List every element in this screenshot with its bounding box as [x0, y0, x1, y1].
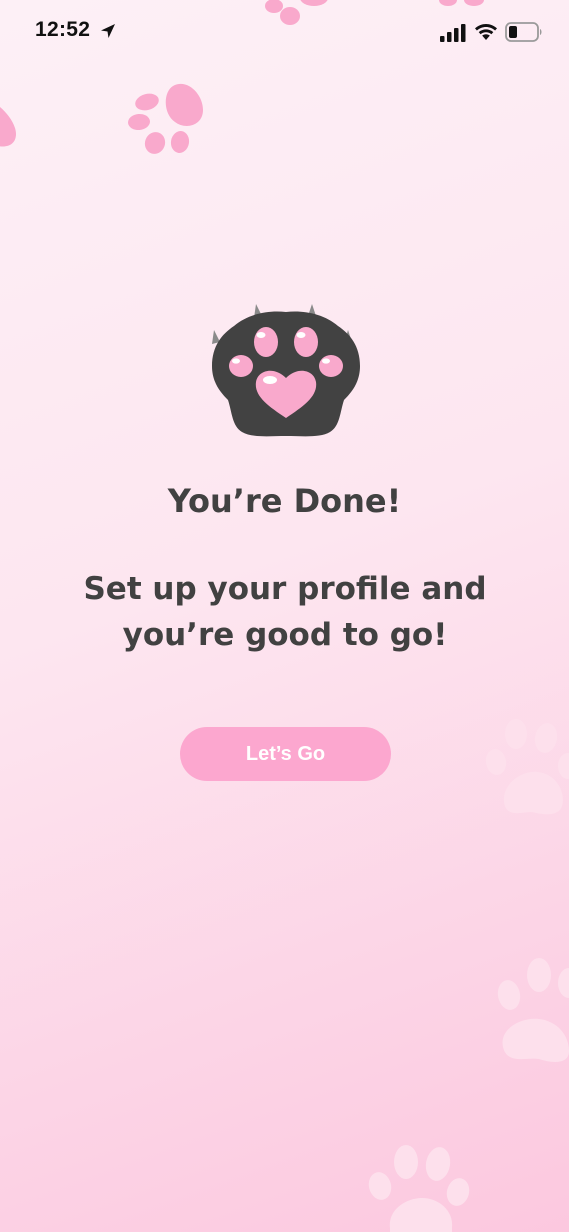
paw-print-decoration-left-edge — [0, 107, 16, 147]
subtitle-line-1: Set up your profile and — [83, 571, 487, 607]
onboarding-done-screen: 12:52 You’re Done! Set up your profile a… — [0, 0, 569, 1232]
location-arrow-icon — [101, 24, 115, 38]
paw-print-decoration-right-2 — [497, 958, 569, 1062]
status-time: 12:52 — [35, 18, 91, 41]
paw-print-decoration-bottom — [368, 1145, 470, 1232]
battery-icon — [505, 22, 542, 42]
signal-bars-icon — [440, 24, 466, 42]
wifi-icon — [475, 24, 497, 40]
subtitle-line-2: you’re good to go! — [122, 617, 448, 653]
lets-go-button[interactable]: Let’s Go — [180, 727, 391, 781]
page-title: You’re Done! — [167, 482, 402, 520]
page-subtitle: Set up your profile and you’re good to g… — [60, 566, 510, 658]
paw-print-decoration-right-1 — [485, 719, 569, 815]
cat-paw-heart-icon — [212, 304, 360, 437]
paw-print-decoration-upper-left — [128, 83, 203, 154]
status-bar: 12:52 — [0, 0, 569, 64]
